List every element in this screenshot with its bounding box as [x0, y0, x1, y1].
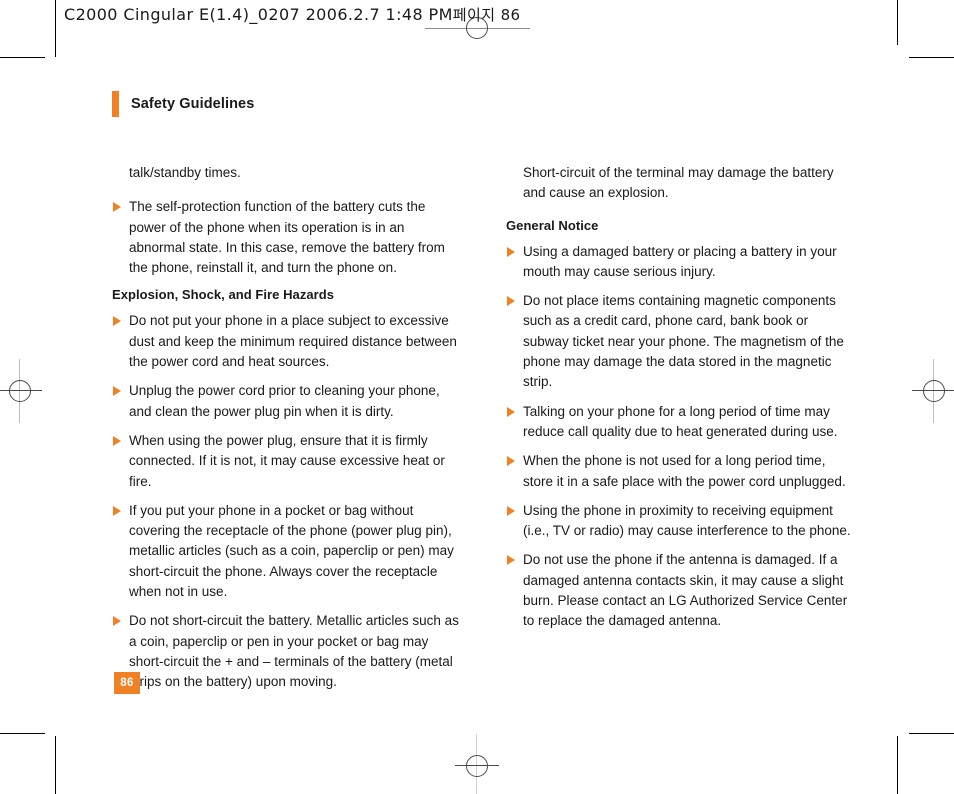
- section-subheading: Explosion, Shock, and Fire Hazards: [112, 287, 335, 303]
- bullet-text: The self-protection function of the batt…: [129, 199, 445, 276]
- bullet-list-item: Unplug the power cord prior to cleaning …: [112, 381, 460, 422]
- triangle-bullet-icon: [507, 246, 515, 257]
- triangle-bullet-icon: [507, 296, 515, 307]
- bullet-text: Do not short-circuit the battery. Metall…: [129, 613, 459, 690]
- triangle-bullet-icon: [113, 316, 121, 327]
- bullet-list-item: Do not use the phone if the antenna is d…: [506, 550, 854, 631]
- bullet-text: When the phone is not used for a long pe…: [523, 453, 846, 489]
- triangle-bullet-icon: [113, 505, 121, 516]
- bullet-list-item: Do not put your phone in a place subject…: [112, 311, 460, 372]
- triangle-bullet-icon: [507, 456, 515, 467]
- bullet-list-item: Using the phone in proximity to receivin…: [506, 501, 854, 542]
- bullet-list-item: The self-protection function of the batt…: [112, 197, 460, 278]
- bullet-text: Using the phone in proximity to receivin…: [523, 502, 851, 539]
- triangle-bullet-icon: [113, 435, 121, 446]
- bullet-text: Talking on your phone for a long period …: [523, 403, 838, 439]
- chapter-header: Safety Guidelines: [112, 91, 254, 117]
- chapter-accent-bar: [112, 91, 119, 117]
- manual-page: C2000 Cingular E(1.4)_0207 2006.2.7 1:48…: [0, 0, 954, 794]
- bullet-list-item: Do not place items containing magnetic c…: [506, 291, 854, 392]
- bullet-text: Unplug the power cord prior to cleaning …: [129, 383, 440, 419]
- column-right: Short-circuit of the terminal may damage…: [506, 163, 854, 641]
- bullet-text: Do not put your phone in a place subject…: [129, 313, 457, 370]
- continued-paragraph: talk/standby times.: [129, 165, 241, 180]
- bullet-list-item: Talking on your phone for a long period …: [506, 402, 854, 443]
- page-number-badge: 86: [114, 672, 140, 694]
- page-title: Safety Guidelines: [131, 96, 255, 112]
- continued-paragraph: Short-circuit of the terminal may damage…: [523, 165, 834, 201]
- bullet-text: When using the power plug, ensure that i…: [129, 432, 445, 489]
- bullet-text: Do not place items containing magnetic c…: [523, 293, 844, 390]
- column-left: talk/standby times. The self-protection f…: [112, 163, 460, 702]
- triangle-bullet-icon: [113, 202, 121, 213]
- bullet-list-item: When the phone is not used for a long pe…: [506, 451, 854, 492]
- triangle-bullet-icon: [507, 505, 515, 516]
- bullet-list-item: If you put your phone in a pocket or bag…: [112, 501, 460, 602]
- bullet-list-item: Do not short-circuit the battery. Metall…: [112, 611, 460, 692]
- triangle-bullet-icon: [113, 386, 121, 397]
- section-subheading: General Notice: [506, 217, 599, 233]
- triangle-bullet-icon: [507, 406, 515, 417]
- page-content: Safety Guidelines talk/standby times. The…: [0, 0, 954, 794]
- bullet-text: Using a damaged battery or placing a bat…: [523, 243, 837, 279]
- triangle-bullet-icon: [113, 616, 121, 627]
- bullet-text: If you put your phone in a pocket or bag…: [129, 502, 454, 600]
- bullet-text: Do not use the phone if the antenna is d…: [523, 552, 848, 629]
- bullet-list-item: When using the power plug, ensure that i…: [112, 431, 460, 492]
- triangle-bullet-icon: [507, 555, 515, 566]
- bullet-list-item: Using a damaged battery or placing a bat…: [506, 242, 854, 283]
